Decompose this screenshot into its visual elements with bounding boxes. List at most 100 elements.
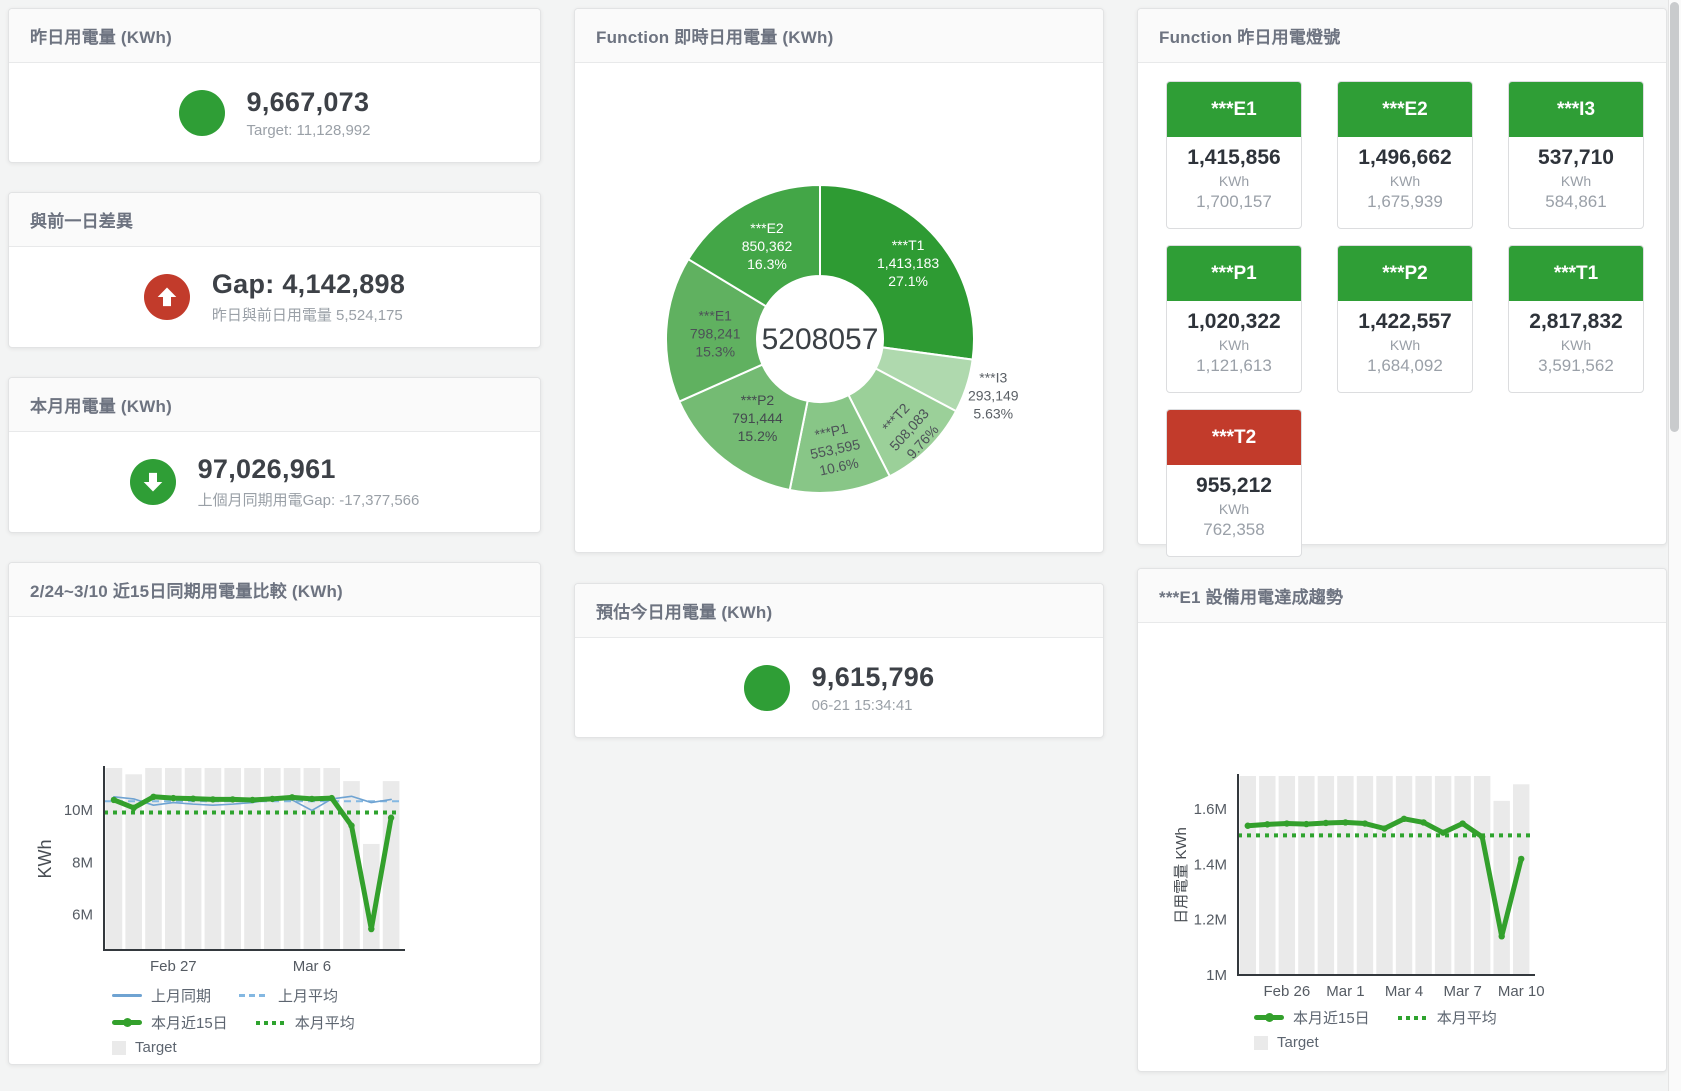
stat-value: 97,026,961: [198, 454, 420, 485]
legend-item[interactable]: Target: [112, 1039, 177, 1056]
legend-item[interactable]: 上月同期: [112, 985, 211, 1006]
series-point[interactable]: [1499, 933, 1505, 939]
target-bar[interactable]: [264, 768, 281, 950]
light-tile-value: 955,212: [1167, 474, 1301, 498]
series-point[interactable]: [1303, 821, 1309, 827]
light-tile-body: 955,212KWh762,358: [1167, 465, 1301, 540]
compare-chart[interactable]: 6M8M10MFeb 27Mar 6KWh上月同期上月平均本月近15日本月平均T…: [9, 617, 540, 1056]
y-axis-label: 日用電量 KWh: [1173, 827, 1190, 924]
target-bar[interactable]: [1435, 776, 1451, 975]
legend-label: 本月平均: [295, 1012, 355, 1033]
target-bar[interactable]: [185, 768, 202, 950]
legend-item[interactable]: 本月近15日: [112, 1012, 228, 1033]
series-point[interactable]: [131, 805, 137, 811]
light-tile-target: 1,700,157: [1167, 192, 1301, 212]
legend-item[interactable]: Target: [1254, 1034, 1319, 1051]
series-point[interactable]: [190, 795, 196, 801]
panel-15day-compare-chart: 2/24~3/10 近15日同期用電量比較 (KWh) 6M8M10MFeb 2…: [8, 562, 541, 1065]
y-tick-label: 1.6M: [1194, 801, 1227, 818]
series-point[interactable]: [170, 795, 176, 801]
panel-title: Function 昨日用電燈號: [1159, 23, 1340, 48]
series-point[interactable]: [1401, 816, 1407, 822]
legend-label: 上月平均: [278, 985, 338, 1006]
series-point[interactable]: [309, 796, 315, 802]
target-bar[interactable]: [1376, 776, 1392, 975]
series-point[interactable]: [1323, 820, 1329, 826]
series-point[interactable]: [289, 794, 295, 800]
legend-item[interactable]: 本月平均: [1398, 1007, 1497, 1028]
series-point[interactable]: [150, 794, 156, 800]
series-point[interactable]: [388, 815, 394, 821]
light-tile-value: 1,415,856: [1167, 146, 1301, 170]
light-tile-body: 1,020,322KWh1,121,613: [1167, 301, 1301, 376]
x-tick-label: Mar 4: [1385, 983, 1423, 1000]
target-bar[interactable]: [1396, 776, 1412, 975]
stat-text: 97,026,961 上個月同期用電Gap: -17,377,566: [198, 454, 420, 510]
series-point[interactable]: [1381, 825, 1387, 831]
series-point[interactable]: [111, 797, 117, 803]
scrollbar-thumb[interactable]: [1670, 2, 1679, 432]
series-point[interactable]: [269, 796, 275, 802]
series-point[interactable]: [1342, 819, 1348, 825]
target-bar[interactable]: [1454, 776, 1470, 975]
realtime-donut-chart[interactable]: ***T11,413,18327.1%***I3293,1495.63%***T…: [575, 63, 1103, 549]
light-tile-value: 2,817,832: [1509, 310, 1643, 334]
legend-item[interactable]: 上月平均: [239, 985, 338, 1006]
light-tile-label: ***P1: [1167, 246, 1301, 301]
scrollbar[interactable]: [1668, 0, 1681, 1091]
target-bar[interactable]: [1298, 776, 1314, 975]
panel-title: ***E1 設備用電達成趨勢: [1159, 583, 1343, 608]
series-point[interactable]: [210, 796, 216, 802]
series-point[interactable]: [1440, 829, 1446, 835]
legend-item[interactable]: 本月近15日: [1254, 1007, 1370, 1028]
light-tile-value: 1,020,322: [1167, 310, 1301, 334]
target-bar[interactable]: [224, 768, 241, 950]
series-point[interactable]: [329, 795, 335, 801]
stat-text: Gap: 4,142,898 昨日與前日用電量 5,524,175: [212, 269, 405, 325]
target-bar[interactable]: [1357, 776, 1373, 975]
series-point[interactable]: [1362, 820, 1368, 826]
light-tile-target: 762,358: [1167, 520, 1301, 540]
series-point[interactable]: [1264, 821, 1270, 827]
series-point[interactable]: [348, 822, 354, 828]
legend-label: 上月同期: [151, 985, 211, 1006]
e1-trend-chart[interactable]: 1M1.2M1.4M1.6MFeb 26Mar 1Mar 4Mar 7Mar 1…: [1138, 623, 1666, 1051]
target-bar[interactable]: [1493, 801, 1509, 975]
series-point[interactable]: [1518, 856, 1524, 862]
stat-value: 9,667,073: [247, 87, 371, 118]
series-point[interactable]: [249, 797, 255, 803]
stat-subtext: Target: 11,128,992: [247, 122, 371, 139]
target-bar[interactable]: [1240, 776, 1256, 975]
green-status-circle-icon: [179, 90, 225, 136]
target-bar[interactable]: [106, 768, 123, 950]
donut-center-total: 5208057: [762, 323, 879, 356]
target-bar[interactable]: [1337, 776, 1353, 975]
target-bar[interactable]: [244, 768, 261, 950]
series-point[interactable]: [1245, 823, 1251, 829]
target-bar[interactable]: [1279, 776, 1295, 975]
light-tile-unit: KWh: [1509, 173, 1643, 189]
chart-legend: 本月近15日 本月平均 Target: [1254, 1007, 1666, 1051]
panel-header: Function 即時日用電量 (KWh): [575, 9, 1103, 63]
legend-item[interactable]: 本月平均: [256, 1012, 355, 1033]
series-point[interactable]: [1479, 834, 1485, 840]
panel-realtime-donut: Function 即時日用電量 (KWh) ***T11,413,18327.1…: [574, 8, 1104, 553]
light-tile-target: 1,121,613: [1167, 356, 1301, 376]
x-tick-label: Mar 1: [1326, 983, 1364, 1000]
series-point[interactable]: [1284, 820, 1290, 826]
x-tick-label: Mar 10: [1498, 983, 1545, 1000]
target-bar[interactable]: [1318, 776, 1334, 975]
target-bar[interactable]: [1415, 776, 1431, 975]
target-bar[interactable]: [383, 781, 400, 950]
panel-header: Function 昨日用電燈號: [1138, 9, 1666, 63]
target-bar[interactable]: [304, 768, 321, 950]
series-point[interactable]: [368, 926, 374, 932]
series-point[interactable]: [1420, 819, 1426, 825]
light-tile-unit: KWh: [1167, 173, 1301, 189]
series-point[interactable]: [1459, 820, 1465, 826]
target-bar[interactable]: [205, 768, 222, 950]
legend-label: Target: [1277, 1034, 1319, 1051]
series-point[interactable]: [230, 796, 236, 802]
light-tile-target: 1,684,092: [1338, 356, 1472, 376]
target-bar[interactable]: [1259, 776, 1275, 975]
